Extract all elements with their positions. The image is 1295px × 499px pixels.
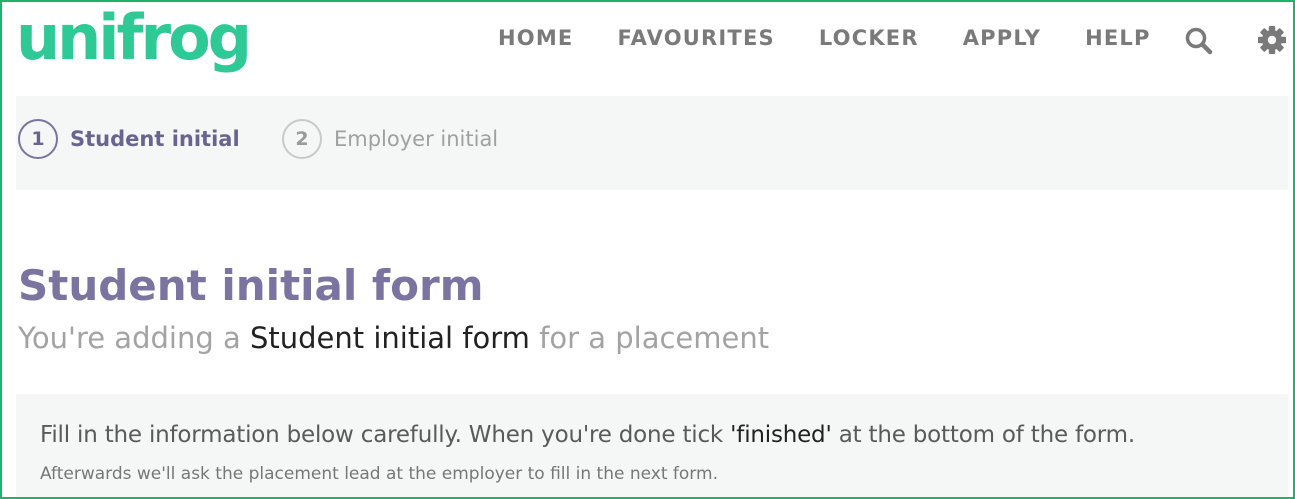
nav-apply[interactable]: APPLY [963,26,1041,50]
nav-help[interactable]: HELP [1085,26,1151,50]
instructions-text: Fill in the information below carefully.… [40,422,1135,448]
nav-home[interactable]: HOME [498,26,573,50]
app-frame: unifrog HOME FAVOURITES LOCKER APPLY HEL… [0,0,1295,499]
search-icon[interactable] [1184,26,1214,56]
instructions-box: Fill in the information below carefully.… [16,394,1288,497]
step-number-circle: 1 [18,119,58,159]
step-employer-initial[interactable]: 2 Employer initial [282,119,498,159]
gear-icon[interactable] [1257,25,1287,55]
instructions-prefix: Fill in the information below carefully.… [40,422,731,448]
step-number-circle: 2 [282,119,322,159]
subtitle-form-name: Student initial form [249,321,530,355]
instructions-finished-word: 'finished' [730,422,832,448]
page-subtitle: You're adding a Student initial form for… [18,318,769,358]
step-label: Student initial [70,127,240,151]
subtitle-prefix: You're adding a [18,321,250,355]
main-nav: HOME FAVOURITES LOCKER APPLY HELP [498,26,1195,50]
unifrog-logo[interactable]: unifrog [16,2,252,74]
nav-locker[interactable]: LOCKER [819,26,919,50]
page-title: Student initial form [18,261,484,310]
step-student-initial[interactable]: 1 Student initial [18,119,240,159]
instructions-subtext: Afterwards we'll ask the placement lead … [40,464,718,484]
subtitle-suffix: for a placement [529,321,770,355]
step-label: Employer initial [334,127,499,151]
top-navigation-bar: unifrog HOME FAVOURITES LOCKER APPLY HEL… [2,2,1293,94]
instructions-suffix: at the bottom of the form. [831,422,1135,448]
form-stepper: 1 Student initial 2 Employer initial [16,96,1288,190]
nav-favourites[interactable]: FAVOURITES [617,26,774,50]
